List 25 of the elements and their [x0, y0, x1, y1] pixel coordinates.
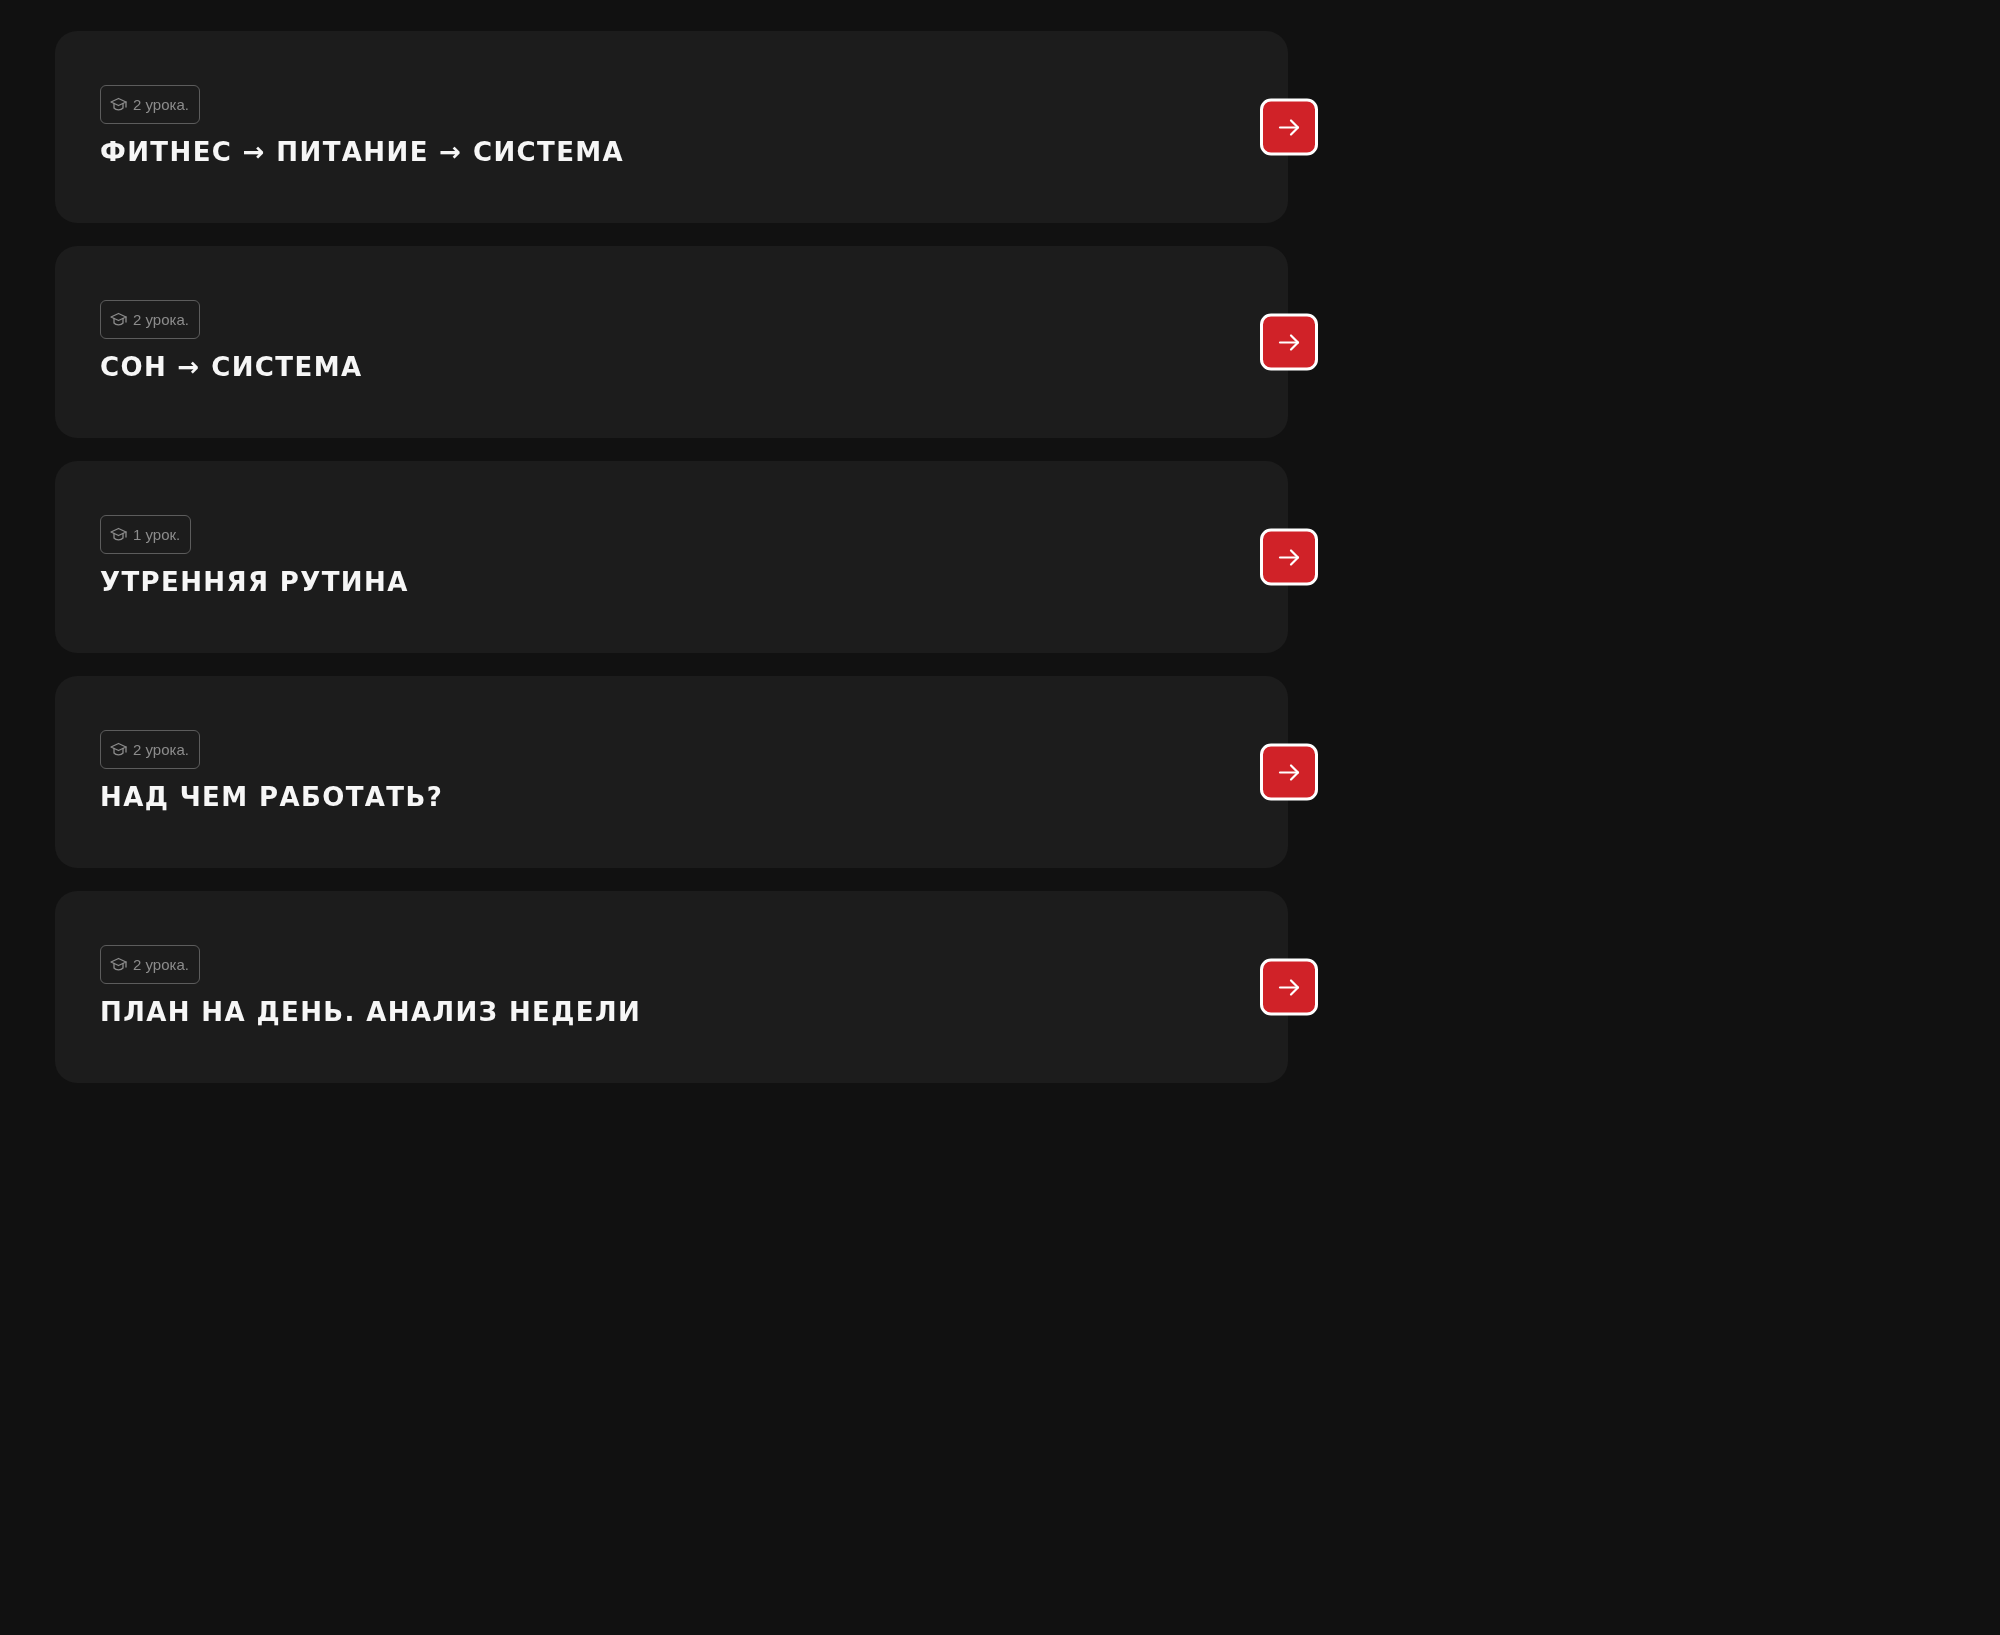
graduation-cap-icon — [110, 957, 127, 972]
graduation-cap-icon — [110, 312, 127, 327]
open-lesson-button[interactable] — [1260, 743, 1318, 801]
lesson-count: 2 урока. — [133, 956, 189, 973]
lesson-title: СОН → СИСТЕМА — [100, 351, 363, 384]
lesson-title: УТРЕННЯЯ РУТИНА — [100, 566, 409, 599]
open-lesson-button[interactable] — [1260, 313, 1318, 371]
lesson-count: 2 урока. — [133, 741, 189, 758]
lesson-title: НАД ЧЕМ РАБОТАТЬ? — [100, 781, 444, 814]
arrow-right-icon — [1278, 978, 1300, 996]
arrow-right-icon — [1278, 763, 1300, 781]
open-lesson-button[interactable] — [1260, 958, 1318, 1016]
lesson-title: ФИТНЕС → ПИТАНИЕ → СИСТЕМА — [100, 136, 625, 169]
lesson-title: ПЛАН НА ДЕНЬ. АНАЛИЗ НЕДЕЛИ — [100, 996, 642, 1029]
lesson-count: 1 урок. — [133, 526, 181, 543]
arrow-right-icon — [1278, 118, 1300, 136]
lesson-count: 2 урока. — [133, 96, 189, 113]
graduation-cap-icon — [110, 97, 127, 112]
arrow-right-icon — [1278, 333, 1300, 351]
lesson-count: 2 урока. — [133, 311, 189, 328]
graduation-cap-icon — [110, 742, 127, 757]
open-lesson-button[interactable] — [1260, 528, 1318, 586]
graduation-cap-icon — [110, 527, 127, 542]
open-lesson-button[interactable] — [1260, 98, 1318, 156]
arrow-right-icon — [1278, 548, 1300, 566]
